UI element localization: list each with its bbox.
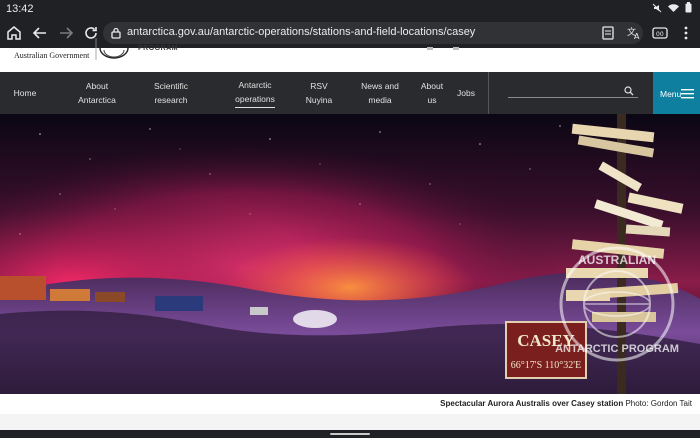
nav-jobs-label: Jobs (457, 88, 475, 98)
nav-about-antarctica[interactable]: About Antarctica (65, 72, 129, 114)
hero-image: CASEY 66°17'S 110°32'E AUSTRALIAN ANTARC… (0, 114, 700, 394)
nav-home-label: Home (13, 88, 37, 98)
forward-icon[interactable] (57, 24, 75, 42)
status-time: 13:42 (6, 3, 34, 15)
nav-rsv-nuyina[interactable]: RSV Nuyina (296, 72, 342, 114)
watermark-top: AUSTRALIAN (578, 253, 656, 267)
nav-news-media-label: News and media (361, 81, 399, 105)
nav-about-antarctica-label: About Antarctica (78, 81, 116, 105)
overflow-menu-icon[interactable] (677, 24, 695, 42)
nav-scientific-research[interactable]: Scientific research (142, 72, 200, 114)
social-icons (427, 47, 459, 50)
system-nav-bar (0, 430, 700, 438)
nav-divider (488, 72, 489, 114)
page-info-icon[interactable] (599, 24, 617, 42)
nav-home[interactable]: Home (6, 72, 44, 114)
svg-text:00: 00 (656, 31, 664, 38)
home-icon[interactable] (5, 24, 23, 42)
url-bar[interactable]: antarctica.gov.au/antarctic-operations/s… (103, 22, 643, 44)
casey-sign-coords: 66°17'S 110°32'E (511, 360, 581, 371)
image-caption-bar: Spectacular Aurora Australis over Casey … (0, 394, 700, 415)
mute-icon (652, 3, 662, 12)
status-bar: 13:42 (0, 0, 700, 18)
wifi-icon (668, 3, 679, 12)
site-header: Australian Government PROGRAM (0, 38, 700, 72)
search-input[interactable] (508, 97, 638, 98)
nav-antarctic-operations[interactable]: Antarctic operations (226, 72, 284, 114)
image-caption: Spectacular Aurora Australis over Casey … (440, 399, 692, 408)
nav-rsv-nuyina-label: RSV Nuyina (305, 81, 333, 105)
search-icon[interactable] (624, 86, 634, 96)
page-content (0, 414, 700, 430)
menu-button[interactable]: Menu (653, 72, 700, 114)
program-label: PROGRAM (138, 45, 179, 52)
hamburger-icon (681, 89, 694, 99)
main-nav: Home About Antarctica Scientific researc… (0, 72, 700, 114)
nav-scientific-research-label: Scientific research (153, 81, 188, 105)
aurora-photo: CASEY 66°17'S 110°32'E AUSTRALIAN ANTARC… (0, 114, 700, 394)
nav-antarctic-operations-label: Antarctic operations (235, 78, 275, 108)
tab-switcher-icon[interactable]: 00 (651, 24, 669, 42)
battery-icon (685, 2, 692, 13)
svg-text:A: A (634, 32, 640, 41)
caption-credit: Photo: Gordon Tait (625, 399, 692, 408)
program-logo-icon (95, 38, 129, 60)
caption-title: Spectacular Aurora Australis over Casey … (440, 399, 624, 408)
menu-label: Menu (660, 89, 682, 99)
gesture-handle[interactable] (330, 433, 370, 435)
nav-jobs[interactable]: Jobs (452, 72, 480, 114)
nav-about-us-label: About us (420, 81, 444, 105)
url-text: antarctica.gov.au/antarctic-operations/s… (127, 26, 476, 38)
gov-label: Australian Government (14, 51, 90, 60)
watermark-bottom: ANTARCTIC PROGRAM (555, 343, 679, 355)
nav-news-media[interactable]: News and media (355, 72, 405, 114)
status-icons (652, 2, 692, 13)
nav-about-us[interactable]: About us (415, 72, 449, 114)
back-icon[interactable] (31, 24, 49, 42)
translate-icon[interactable]: 文A (625, 24, 643, 42)
